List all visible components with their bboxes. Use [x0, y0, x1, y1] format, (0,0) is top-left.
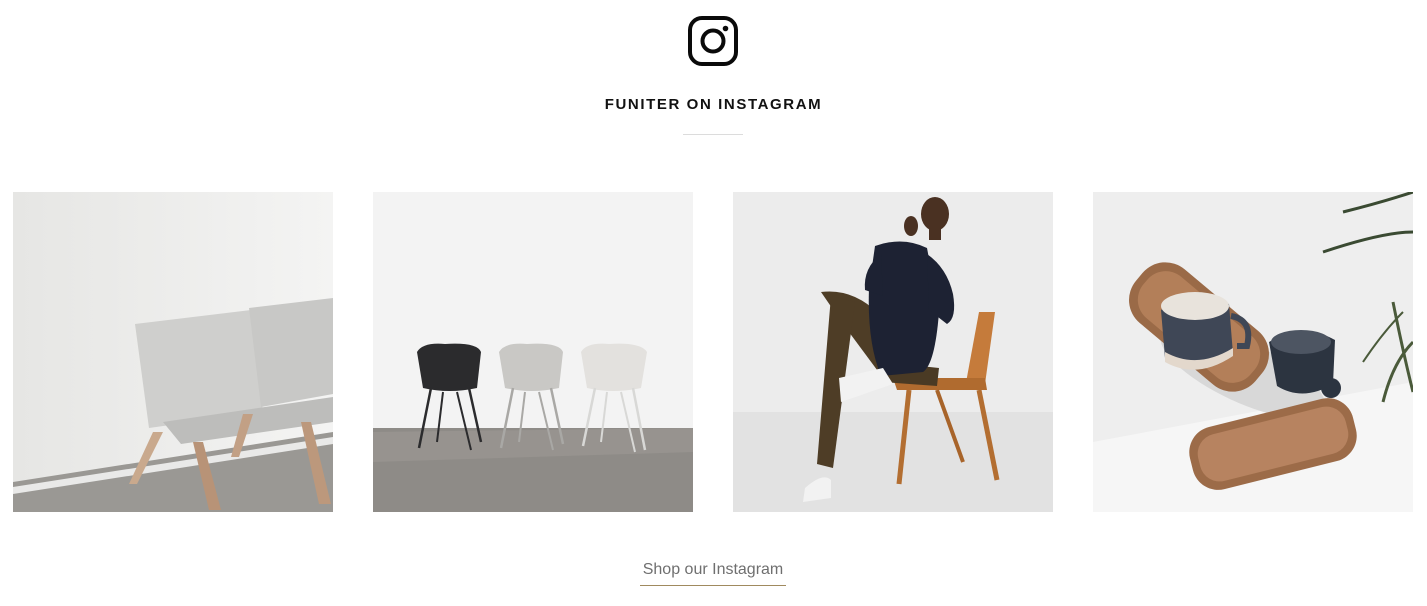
- instagram-post-1[interactable]: [13, 192, 333, 512]
- instagram-post-3[interactable]: [733, 192, 1053, 512]
- instagram-icon: [688, 16, 738, 66]
- instagram-post-4[interactable]: [1093, 192, 1413, 512]
- man-on-chair-photo: [733, 192, 1053, 512]
- instagram-post-2[interactable]: [373, 192, 693, 512]
- shop-instagram-link[interactable]: Shop our Instagram: [640, 561, 786, 586]
- bench-photo: [13, 192, 333, 512]
- mugs-tray-photo: [1093, 192, 1413, 512]
- title-divider: [683, 134, 743, 135]
- chairs-photo: [373, 192, 693, 512]
- section-title: FUNITER ON INSTAGRAM: [604, 96, 823, 113]
